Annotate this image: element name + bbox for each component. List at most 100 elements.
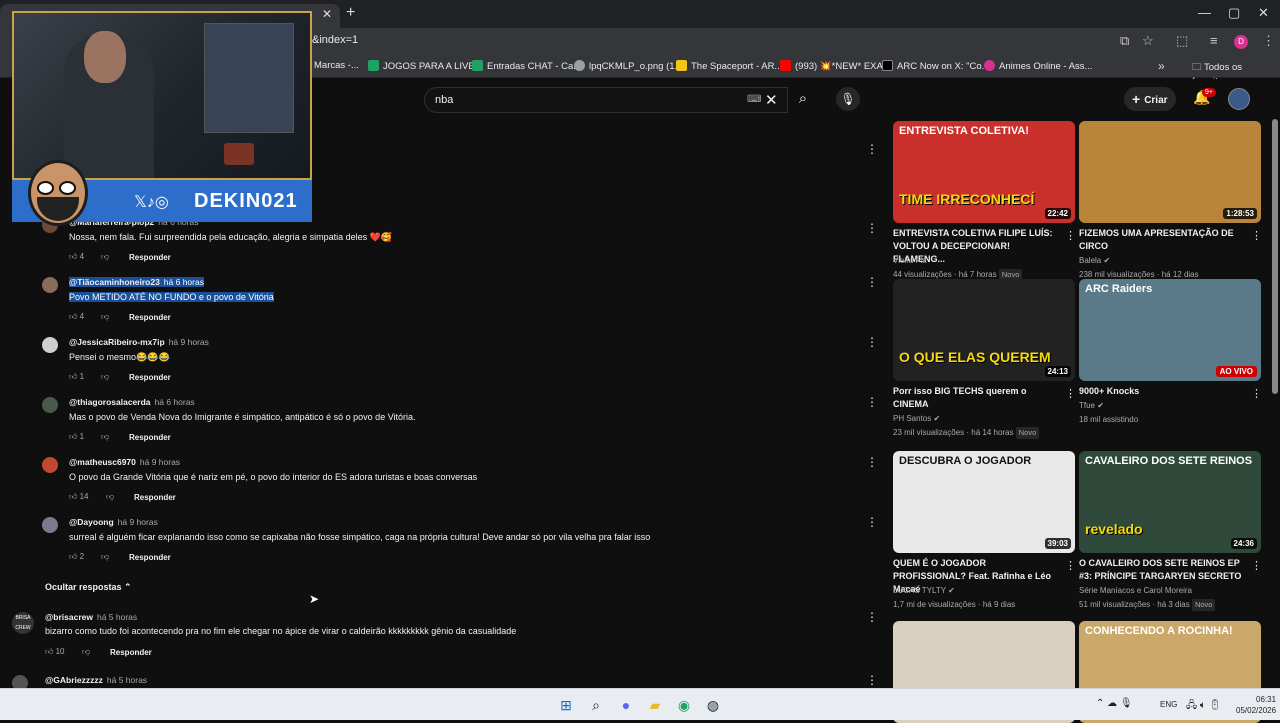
video-title[interactable]: 9000+ Knocks	[1079, 385, 1247, 398]
comment-menu-icon[interactable]: ⋮	[866, 395, 878, 409]
language-indicator[interactable]: ENG	[1160, 700, 1177, 709]
hide-replies-button[interactable]: Ocultar respostas ⌃	[45, 582, 132, 593]
dislike-button[interactable]: 👎︎	[106, 492, 114, 502]
video-thumbnail[interactable]: ARC Raiders AO VIVO	[1079, 279, 1261, 381]
video-thumbnail[interactable]: DESCUBRA O JOGADOR 39:03	[893, 451, 1075, 553]
comment-author[interactable]: @GAbriezzzzz há 5 horas	[45, 675, 147, 685]
search-button[interactable]: ⌕	[788, 87, 818, 113]
video-channel[interactable]: Série Maníacos e Carol Moreira	[1079, 585, 1259, 597]
comment-menu-icon[interactable]: ⋮	[866, 335, 878, 349]
video-channel[interactable]: PH Santos ✔	[893, 413, 1073, 425]
comment-menu-icon[interactable]: ⋮	[866, 515, 878, 529]
avatar[interactable]: BRISA CREW	[12, 612, 34, 634]
file-explorer-icon[interactable]: ▰	[645, 695, 665, 715]
video-thumbnail[interactable]: 1:28:53	[1079, 121, 1261, 223]
comment-menu-icon[interactable]: ⋮	[866, 221, 878, 235]
clear-search-icon[interactable]: ✕	[765, 91, 778, 109]
video-thumbnail[interactable]: ENTREVISTA COLETIVA! TIME IRRECONHECÍ 22:4…	[893, 121, 1075, 223]
bookmark-item[interactable]: The Spaceport - AR...	[676, 60, 782, 72]
bookmark-item[interactable]: ARC Now on X: "Co...	[882, 60, 990, 72]
comment-author[interactable]: @brisacrew há 5 horas	[45, 612, 137, 622]
chevron-right-icon[interactable]: »	[1158, 59, 1165, 73]
maximize-button[interactable]: ▢	[1228, 5, 1240, 21]
like-button[interactable]: 👍︎ 4	[69, 252, 84, 262]
video-menu-icon[interactable]: ⋮	[1251, 229, 1262, 242]
avatar[interactable]	[42, 517, 58, 533]
reply-button[interactable]: Responder	[129, 433, 171, 442]
bookmark-item[interactable]: Marcas -...	[314, 60, 359, 71]
dislike-button[interactable]: 👎︎	[82, 647, 90, 657]
create-button[interactable]: + Criar	[1124, 87, 1176, 111]
video-menu-icon[interactable]: ⋮	[1065, 559, 1076, 572]
reply-button[interactable]: Responder	[129, 373, 171, 382]
comment-author[interactable]: @Dayoong há 9 horas	[69, 517, 158, 527]
dislike-button[interactable]: 👎︎	[101, 432, 109, 442]
reply-button[interactable]: Responder	[129, 313, 171, 322]
dislike-button[interactable]: 👎︎	[101, 312, 109, 322]
avatar[interactable]	[42, 457, 58, 473]
comment-author[interactable]: @JessicaRibeiro-mx7ip há 9 horas	[69, 337, 209, 347]
steam-icon[interactable]: ◍	[703, 695, 723, 715]
like-button[interactable]: 👍︎ 14	[69, 492, 89, 502]
minimize-button[interactable]: —	[1198, 5, 1211, 20]
profile-avatar[interactable]: D	[1234, 35, 1248, 49]
close-window-button[interactable]: ✕	[1258, 5, 1269, 21]
reply-button[interactable]: Responder	[110, 648, 152, 657]
video-title[interactable]: O CAVALEIRO DOS SETE REINOS EP #3: PRÍNC…	[1079, 557, 1247, 583]
like-button[interactable]: 👍︎ 2	[69, 552, 84, 562]
bookmark-item[interactable]: lpqCKMLP_o.png (1...	[574, 60, 682, 72]
video-thumbnail[interactable]: CAVALEIRO DOS SETE REINOS revelado 24:36	[1079, 451, 1261, 553]
dislike-button[interactable]: 👎︎	[101, 552, 109, 562]
comment-author[interactable]: @matheusc6970 há 9 horas	[69, 457, 180, 467]
discord-icon[interactable]: ●	[616, 695, 636, 715]
like-button[interactable]: 👍︎ 4	[69, 312, 84, 322]
scrollbar[interactable]	[1272, 119, 1278, 394]
search-box[interactable]: nba ⌨ ✕	[424, 87, 788, 113]
keyboard-icon[interactable]: ⌨	[747, 94, 761, 105]
video-channel[interactable]: Vieira Fla	[893, 255, 1073, 267]
video-title[interactable]: Porr isso BIG TECHS querem o CINEMA	[893, 385, 1061, 411]
video-channel[interactable]: LUCAS TYLTY ✔	[893, 585, 1073, 597]
extensions-icon[interactable]: ⬚	[1176, 33, 1188, 49]
video-channel[interactable]: Tfue ✔	[1079, 400, 1259, 412]
tab-close-icon[interactable]: ✕	[322, 7, 332, 21]
clock[interactable]: 06:31 05/02/2026	[1236, 694, 1276, 716]
voice-search-button[interactable]: 🎙	[836, 87, 860, 111]
new-tab-button[interactable]: +	[346, 4, 355, 22]
video-thumbnail[interactable]: O QUE ELAS QUEREM 24:13	[893, 279, 1075, 381]
reply-button[interactable]: Responder	[129, 253, 171, 262]
comment-author[interactable]: @Tiãocaminhoneiro23 há 6 horas	[69, 277, 204, 287]
dislike-button[interactable]: 👎︎	[101, 252, 109, 262]
bookmark-item[interactable]: Animes Online - Ass...	[984, 60, 1092, 72]
search-icon[interactable]: ⌕	[586, 695, 606, 715]
comment-menu-icon[interactable]: ⋮	[866, 275, 878, 289]
avatar[interactable]	[42, 397, 58, 413]
cast-icon[interactable]: ⧉	[1120, 33, 1129, 49]
bookmark-item[interactable]: (993) 💥*NEW* EXA...	[780, 60, 891, 72]
chrome-icon[interactable]: ◉	[674, 695, 694, 715]
url-text[interactable]: &index=1	[312, 34, 358, 46]
bookmark-item[interactable]: JOGOS PARA A LIVE...	[368, 60, 483, 72]
video-menu-icon[interactable]: ⋮	[1065, 387, 1076, 400]
reading-list-icon[interactable]: ≡	[1210, 33, 1218, 48]
video-menu-icon[interactable]: ⋮	[1251, 387, 1262, 400]
reply-button[interactable]: Responder	[129, 553, 171, 562]
start-icon[interactable]: ⊞	[556, 695, 576, 715]
like-button[interactable]: 👍︎ 10	[45, 647, 65, 657]
reply-button[interactable]: Responder	[134, 493, 176, 502]
video-channel[interactable]: Balela ✔	[1079, 255, 1259, 267]
video-menu-icon[interactable]: ⋮	[1065, 229, 1076, 242]
comment-author[interactable]: @thiagorosalacerda há 6 horas	[69, 397, 195, 407]
like-button[interactable]: 👍︎ 1	[69, 372, 84, 382]
comment-menu-icon[interactable]: ⋮	[866, 610, 878, 624]
system-tray[interactable]: ⌃ ☁ 🎙︎	[1096, 698, 1133, 709]
sidebar-menu-icon[interactable]: ⋮	[866, 142, 878, 156]
network-icon[interactable]: 🖧︎ 🔈︎ 🔋︎	[1186, 698, 1221, 715]
video-title[interactable]: FIZEMOS UMA APRESENTAÇÃO DE CIRCO	[1079, 227, 1247, 253]
star-icon[interactable]: ☆	[1142, 33, 1154, 49]
video-menu-icon[interactable]: ⋮	[1251, 559, 1262, 572]
comment-menu-icon[interactable]: ⋮	[866, 455, 878, 469]
like-button[interactable]: 👍︎ 1	[69, 432, 84, 442]
bookmark-item[interactable]: Entradas CHAT - Ca...	[472, 60, 581, 72]
avatar[interactable]	[42, 337, 58, 353]
